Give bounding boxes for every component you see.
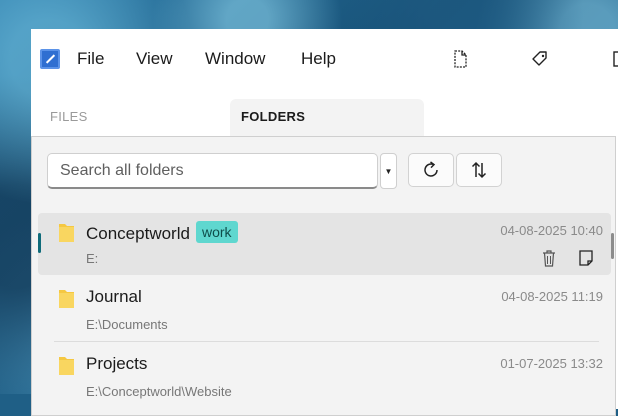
- chevron-down-icon: ▼: [384, 166, 393, 176]
- search-dropdown-button[interactable]: ▼: [380, 153, 397, 189]
- refresh-icon: [424, 161, 438, 177]
- app-logo-icon[interactable]: [40, 49, 60, 69]
- menu-view[interactable]: View: [136, 49, 173, 69]
- tab-folders[interactable]: FOLDERS: [230, 99, 424, 137]
- folder-name: Conceptworld work: [86, 221, 238, 244]
- menu-help[interactable]: Help: [301, 49, 336, 69]
- trash-icon[interactable]: [541, 249, 557, 267]
- folder-icon: [59, 224, 74, 242]
- menu-window[interactable]: Window: [205, 49, 265, 69]
- folder-icon: [59, 357, 74, 375]
- selection-indicator: [38, 233, 41, 253]
- row-divider: [54, 341, 599, 342]
- tab-bar: FILES FOLDERS: [31, 99, 618, 137]
- folder-date: 04-08-2025 11:19: [501, 289, 603, 304]
- folder-path: E:\Documents: [86, 317, 168, 332]
- tab-folders-label: FOLDERS: [241, 109, 306, 124]
- tag-icon[interactable]: [530, 49, 550, 69]
- scrollbar-thumb[interactable]: [611, 233, 614, 259]
- folder-row[interactable]: Projects E:\Conceptworld\Website 01-07-2…: [38, 346, 611, 408]
- folder-date: 01-07-2025 13:32: [500, 356, 603, 371]
- folder-icon: [59, 290, 74, 308]
- folder-date: 04-08-2025 10:40: [500, 223, 603, 238]
- folder-row[interactable]: Journal E:\Documents 04-08-2025 11:19: [38, 279, 611, 341]
- folder-path: E:\Conceptworld\Website: [86, 384, 232, 399]
- new-document-icon[interactable]: [450, 49, 470, 69]
- folder-name: Journal: [86, 287, 142, 306]
- sort-button[interactable]: [456, 153, 502, 187]
- folder-tag[interactable]: work: [195, 221, 238, 243]
- panel-icon[interactable]: [611, 49, 618, 69]
- folders-panel: ▼ Conceptworldwork E: 04-08: [31, 136, 616, 416]
- folder-name: Projects: [86, 354, 148, 373]
- refresh-button[interactable]: [408, 153, 454, 187]
- menu-file[interactable]: File: [77, 49, 104, 69]
- search-input[interactable]: [47, 153, 378, 189]
- menu-bar: File View Window Help: [31, 29, 618, 89]
- app-window: File View Window Help FILES FOLDERS ▼: [31, 29, 618, 416]
- folder-row[interactable]: Conceptworld work E: 04-08-2025 10:40: [38, 213, 611, 275]
- folder-path: E:: [86, 251, 99, 266]
- tab-files[interactable]: FILES: [50, 109, 88, 124]
- sort-icon: [471, 161, 487, 179]
- note-icon[interactable]: [578, 249, 594, 267]
